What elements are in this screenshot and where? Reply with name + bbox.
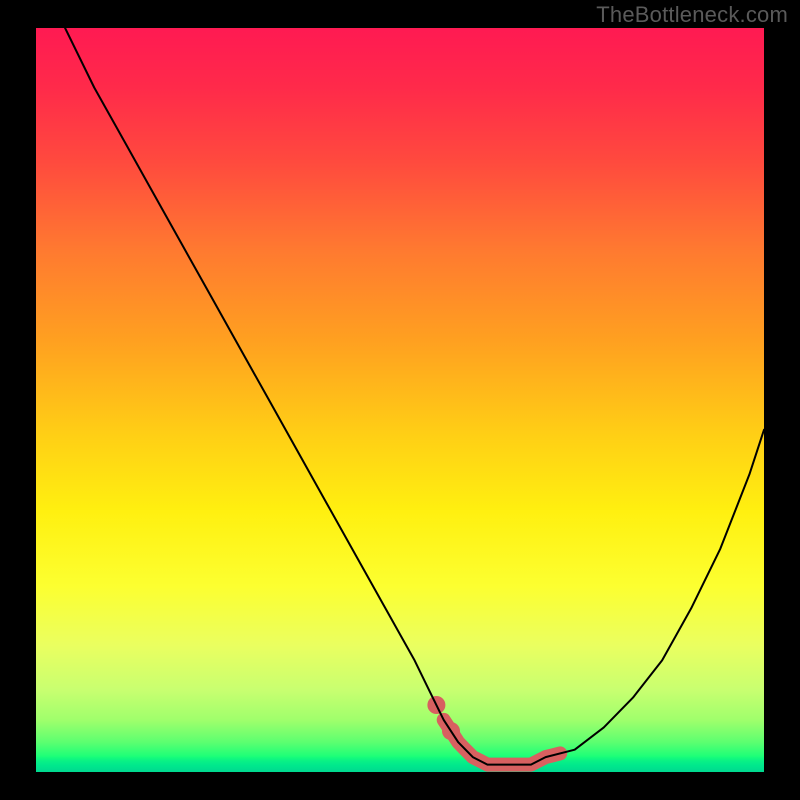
curve-svg (36, 28, 764, 772)
plot-area (36, 28, 764, 772)
watermark-label: TheBottleneck.com (596, 2, 788, 28)
chart-frame: TheBottleneck.com (0, 0, 800, 800)
series-bottleneck-curve (65, 28, 764, 765)
